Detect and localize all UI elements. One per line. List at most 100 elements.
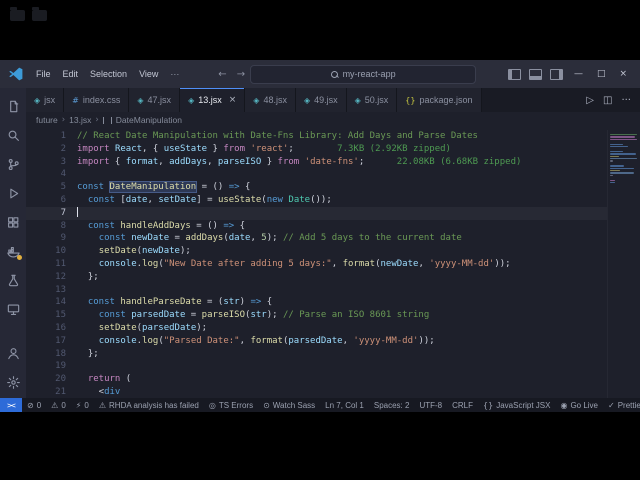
line-text: return ( [77, 373, 131, 386]
code-line[interactable]: 4 [26, 168, 607, 181]
code-line[interactable]: 17 console.log("Parsed Date:", format(pa… [26, 335, 607, 348]
layout-panel-icon[interactable] [529, 69, 542, 80]
code-line[interactable]: 10 setDate(newDate); [26, 245, 607, 258]
eol-sequence[interactable]: CRLF [447, 401, 478, 410]
menu-view[interactable]: View [133, 69, 164, 79]
extensions-icon[interactable] [3, 212, 23, 232]
docker-icon[interactable] [3, 241, 23, 261]
ports[interactable]: ⚡0 [71, 401, 94, 410]
search-icon[interactable] [3, 125, 23, 145]
indentation[interactable]: Spaces: 2 [369, 401, 415, 410]
minimap-mark [610, 175, 613, 176]
layout-secondary-sidebar-icon[interactable] [550, 69, 563, 80]
line-text: console.log("Parsed Date:", format(parse… [77, 335, 435, 348]
line-number: 15 [26, 309, 77, 322]
tab-index-css[interactable]: #index.css [64, 88, 129, 112]
code-line[interactable]: 14 const handleParseDate = (str) => { [26, 296, 607, 309]
code-line[interactable]: 7 [26, 207, 607, 220]
code-line[interactable]: 13 [26, 284, 607, 297]
code-line[interactable]: 21 <div [26, 386, 607, 398]
code-line[interactable]: 18 }; [26, 348, 607, 361]
encoding[interactable]: UTF-8 [414, 401, 447, 410]
code-line[interactable]: 9 const newDate = addDays(date, 5); // A… [26, 232, 607, 245]
prettier[interactable]: ✓Prettier [603, 401, 640, 410]
layout-sidebar-icon[interactable] [508, 69, 521, 80]
line-text: import React, { useState } from 'react';… [77, 143, 451, 156]
tab-13-jsx[interactable]: ◈13.jsx× [180, 88, 245, 112]
badge-dot [17, 255, 22, 260]
rhda-status[interactable]: ⚠RHDA analysis has failed [94, 401, 204, 410]
line-number: 11 [26, 258, 77, 271]
nav-forward-icon[interactable]: → [232, 69, 250, 80]
code-line[interactable]: 20 return ( [26, 373, 607, 386]
code-line[interactable]: 2import React, { useState } from 'react'… [26, 143, 607, 156]
tab-jsx[interactable]: ◈jsx [26, 88, 64, 112]
cursor-position[interactable]: Ln 7, Col 1 [320, 401, 369, 410]
settings-gear-icon[interactable] [3, 372, 23, 392]
watch-sass[interactable]: ⊙Watch Sass [258, 401, 320, 410]
problems-errors[interactable]: ⊘0 [22, 401, 46, 410]
ts-errors[interactable]: ◎TS Errors [204, 401, 258, 410]
go-live[interactable]: ◉Go Live [555, 401, 603, 410]
language-mode[interactable]: {}JavaScript JSX [478, 401, 555, 410]
test-icon[interactable] [3, 270, 23, 290]
line-number: 10 [26, 245, 77, 258]
more-actions-button[interactable]: ··· [621, 95, 631, 106]
line-text: const newDate = addDays(date, 5); // Add… [77, 232, 462, 245]
problems-warnings[interactable]: ⚠0 [46, 401, 71, 410]
minimap[interactable] [607, 130, 640, 398]
tab-48-jsx[interactable]: ◈48.jsx [245, 88, 296, 112]
tab-47-jsx[interactable]: ◈47.jsx [129, 88, 180, 112]
tab-label: 48.jsx [263, 95, 287, 105]
tab-50-jsx[interactable]: ◈50.jsx [347, 88, 398, 112]
tab-49-jsx[interactable]: ◈49.jsx [296, 88, 347, 112]
menu-selection[interactable]: Selection [84, 69, 133, 79]
code-line[interactable]: 12 }; [26, 271, 607, 284]
line-number: 14 [26, 296, 77, 309]
remote-indicator[interactable]: >< [0, 398, 22, 412]
breadcrumb-item[interactable]: 13.jsx [69, 115, 91, 125]
close-button[interactable]: × [612, 60, 634, 88]
menu-more-icon[interactable]: ··· [164, 69, 185, 79]
maximize-button[interactable]: □ [590, 60, 613, 88]
tab-label: 47.jsx [148, 95, 172, 105]
line-number: 12 [26, 271, 77, 284]
code-editor[interactable]: 1// React Date Manipulation with Date-Fn… [26, 128, 640, 398]
command-center-search[interactable]: my-react-app [250, 65, 476, 84]
source-control-icon[interactable] [3, 154, 23, 174]
code-line[interactable]: 16 setDate(parsedDate); [26, 322, 607, 335]
tab-package-json[interactable]: {}package.json [397, 88, 481, 112]
menu-file[interactable]: File [30, 69, 57, 79]
code-line[interactable]: 1// React Date Manipulation with Date-Fn… [26, 130, 607, 143]
desktop-folder-icon[interactable] [10, 10, 25, 21]
breadcrumb-item[interactable]: future [36, 115, 58, 125]
breadcrumb-item[interactable]: DateManipulation [116, 115, 182, 125]
menu-bar: FileEditSelectionView··· [30, 69, 185, 79]
status-label: 0 [61, 401, 65, 410]
code-line[interactable]: 11 console.log("New Date after adding 5 … [26, 258, 607, 271]
desktop-folder-icon[interactable] [32, 10, 47, 21]
code-line[interactable]: 6 const [date, setDate] = useState(new D… [26, 194, 607, 207]
code-line[interactable]: 8 const handleAddDays = () => { [26, 220, 607, 233]
run-code-button[interactable]: ▷ [586, 95, 594, 106]
code-line[interactable]: 5const DateManipulation = () => { [26, 181, 607, 194]
nav-back-icon[interactable]: ← [213, 69, 231, 80]
explorer-icon[interactable] [3, 96, 23, 116]
account-icon[interactable] [3, 343, 23, 363]
tab-close-icon[interactable]: × [229, 95, 237, 105]
split-editor-button[interactable]: ◫ [603, 95, 612, 106]
code-line[interactable]: 15 const parsedDate = parseISO(str); // … [26, 309, 607, 322]
line-text: }; [77, 348, 99, 361]
minimap-mark [610, 160, 613, 161]
warning-icon: ⚠ [51, 401, 58, 410]
remote-explorer-icon[interactable] [3, 299, 23, 319]
menu-edit[interactable]: Edit [57, 69, 85, 79]
minimize-button[interactable]: — [567, 60, 590, 88]
minimap-mark [610, 139, 637, 140]
run-debug-icon[interactable] [3, 183, 23, 203]
code-line[interactable]: 19 [26, 360, 607, 373]
tab-label: package.json [419, 95, 472, 105]
radio-icon: ◎ [209, 401, 216, 410]
code-line[interactable]: 3import { format, addDays, parseISO } fr… [26, 156, 607, 169]
minimap-mark [610, 136, 635, 137]
